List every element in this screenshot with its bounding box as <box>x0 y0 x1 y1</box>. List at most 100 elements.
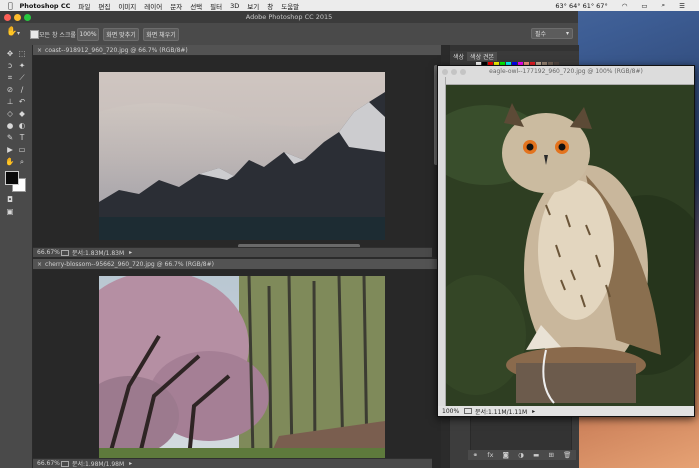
tool-preset-arrow-icon[interactable]: ▾ <box>17 30 20 37</box>
color-panel-tabs: 색상 색상 견본 <box>450 51 579 61</box>
menu-view[interactable]: 보기 <box>247 1 259 11</box>
minimize-button[interactable] <box>451 68 457 75</box>
crop-icon[interactable]: ⌗ <box>5 73 15 83</box>
status-menu-arrow-icon[interactable]: ▸ <box>129 249 132 256</box>
blur-icon[interactable]: ● <box>5 121 15 131</box>
document-window-coast: × coast--918912_960_720.jpg @ 66.7% (RGB… <box>33 45 441 257</box>
layers-panel-footer: ⚭ fx ◙ ◑ ▬ ⊞ 🗑 <box>468 450 576 460</box>
quick-mask-icon[interactable]: ◘ <box>5 195 15 205</box>
status-icon[interactable] <box>61 460 69 467</box>
status-menu-arrow-icon[interactable]: ▸ <box>532 408 535 415</box>
all-windows-label: 모든 창 스크롤 <box>39 32 76 39</box>
new-layer-icon[interactable]: ⊞ <box>548 451 553 459</box>
mask-icon[interactable]: ◙ <box>503 451 509 459</box>
menu-app[interactable]: Photoshop CC <box>20 2 71 10</box>
workspace-label: 필수 <box>535 31 547 38</box>
horizontal-ruler[interactable] <box>446 77 694 85</box>
menu-edit[interactable]: 편집 <box>98 1 110 11</box>
zoom-level[interactable]: 66.67% <box>37 460 61 467</box>
menu-layer[interactable]: 레이어 <box>144 1 162 11</box>
menu-window[interactable]: 창 <box>267 1 273 11</box>
canvas-area[interactable] <box>33 56 432 248</box>
zoom-icon[interactable]: ⌕ <box>17 157 27 167</box>
vertical-ruler[interactable] <box>438 77 446 406</box>
eyedropper-icon[interactable]: ⟋ <box>17 73 27 83</box>
menu-type[interactable]: 문자 <box>170 1 182 11</box>
menu-filter[interactable]: 필터 <box>210 1 222 11</box>
tab-swatches[interactable]: 색상 견본 <box>467 51 498 61</box>
document-tab-coast[interactable]: × coast--918912_960_720.jpg @ 66.7% (RGB… <box>33 45 441 56</box>
zoom-level[interactable]: 100% <box>442 408 464 415</box>
coast-image <box>99 72 385 240</box>
zoom-level[interactable]: 66.67% <box>37 249 61 256</box>
document-tab-cherry[interactable]: × cherry-blossom--95662_960_720.jpg @ 66… <box>33 259 441 270</box>
status-menu-arrow-icon[interactable]: ▸ <box>129 460 132 467</box>
workspace-select[interactable]: 필수 ▾ <box>531 28 573 39</box>
menu-3d[interactable]: 3D <box>230 2 239 10</box>
menu-extras: 63° 64° 61° 67° ◠ ▭ ⌕ ☰ <box>549 0 693 11</box>
adjustment-icon[interactable]: ◑ <box>518 451 524 459</box>
pen-icon[interactable]: ✎ <box>5 133 15 143</box>
dodge-icon[interactable]: ◐ <box>17 121 27 131</box>
foreground-color-swatch[interactable] <box>5 171 19 185</box>
stamp-icon[interactable]: ⊥ <box>5 97 15 107</box>
doc-info: 문서:1.11M/1.11M <box>475 408 528 416</box>
path-select-icon[interactable]: ▶ <box>5 145 15 155</box>
folder-icon[interactable]: ▬ <box>533 451 539 459</box>
apple-icon[interactable]:  <box>8 1 13 10</box>
status-bar: 66.67% 문서:1.83M/1.83M ▸ <box>33 247 432 257</box>
zoom-button[interactable] <box>24 13 31 21</box>
heal-icon[interactable]: ⊘ <box>5 85 15 95</box>
menu-help[interactable]: 도움말 <box>281 1 299 11</box>
document-window-cherry: × cherry-blossom--95662_960_720.jpg @ 66… <box>33 259 441 468</box>
move-icon[interactable]: ✥ <box>5 49 15 59</box>
lasso-icon[interactable]: ↄ <box>5 61 15 71</box>
minimize-button[interactable] <box>14 13 21 21</box>
type-icon[interactable]: T <box>17 133 27 143</box>
screen-mode-icon[interactable]: ▣ <box>5 207 15 217</box>
doc-info: 문서:1.83M/1.83M <box>72 250 125 257</box>
fill-screen-button[interactable]: 화면 채우기 <box>143 28 179 41</box>
tab-color[interactable]: 색상 <box>450 52 467 61</box>
shape-icon[interactable]: ▭ <box>17 145 27 155</box>
fit-screen-button[interactable]: 화면 맞추기 <box>103 28 139 41</box>
history-brush-icon[interactable]: ↶ <box>17 97 27 107</box>
status-icon[interactable] <box>61 249 69 256</box>
menu-file[interactable]: 파일 <box>78 1 90 11</box>
status-icon[interactable] <box>464 408 472 414</box>
list-icon[interactable]: ☰ <box>679 2 685 10</box>
canvas-area[interactable] <box>33 270 432 468</box>
zoom-button[interactable] <box>460 68 466 75</box>
close-tab-icon[interactable]: × <box>37 261 42 268</box>
eraser-icon[interactable]: ◇ <box>5 109 15 119</box>
battery-icon[interactable]: ▭ <box>641 2 647 10</box>
cherry-blossom-image <box>99 276 385 458</box>
close-button[interactable] <box>442 68 448 75</box>
hand-tool-icon[interactable]: ✋ <box>6 27 17 37</box>
fill-icon[interactable]: ◆ <box>17 109 27 119</box>
link-icon[interactable]: ⚭ <box>473 451 478 459</box>
tools-panel: ✥ ⬚ ↄ ✦ ⌗ ⟋ ⊘ ∕ ⊥ ↶ ◇ ◆ ● ◐ ✎ T ▶ ▭ ✋ ⌕ … <box>0 45 33 468</box>
brush-icon[interactable]: ∕ <box>17 85 27 95</box>
zoom-100-button[interactable]: 100% <box>77 28 99 41</box>
fx-icon[interactable]: fx <box>487 451 493 459</box>
hand-icon[interactable]: ✋ <box>5 157 15 167</box>
wifi-icon[interactable]: ◠ <box>622 2 628 10</box>
magic-wand-icon[interactable]: ✦ <box>17 61 27 71</box>
eagle-owl-image[interactable] <box>446 85 694 406</box>
marquee-icon[interactable]: ⬚ <box>17 49 27 59</box>
chevron-down-icon: ▾ <box>565 30 569 37</box>
menu-image[interactable]: 이미지 <box>118 1 136 11</box>
close-button[interactable] <box>4 13 11 21</box>
trash-icon[interactable]: 🗑 <box>563 451 571 459</box>
owl-document-title: eagle-owl--177192_960_720.jpg @ 100% (RG… <box>489 68 643 75</box>
all-windows-checkbox[interactable] <box>30 30 39 39</box>
document-tab-title: cherry-blossom--95662_960_720.jpg @ 66.7… <box>45 260 214 268</box>
status-bar: 100% 문서:1.11M/1.11M ▸ <box>438 406 694 416</box>
menu-select[interactable]: 선택 <box>190 1 202 11</box>
document-window-owl: eagle-owl--177192_960_720.jpg @ 100% (RG… <box>437 65 695 417</box>
owl-title-bar[interactable]: eagle-owl--177192_960_720.jpg @ 100% (RG… <box>438 66 694 77</box>
search-icon[interactable]: ⌕ <box>662 1 666 10</box>
close-tab-icon[interactable]: × <box>37 47 42 54</box>
window-title: Adobe Photoshop CC 2015 <box>245 13 333 21</box>
